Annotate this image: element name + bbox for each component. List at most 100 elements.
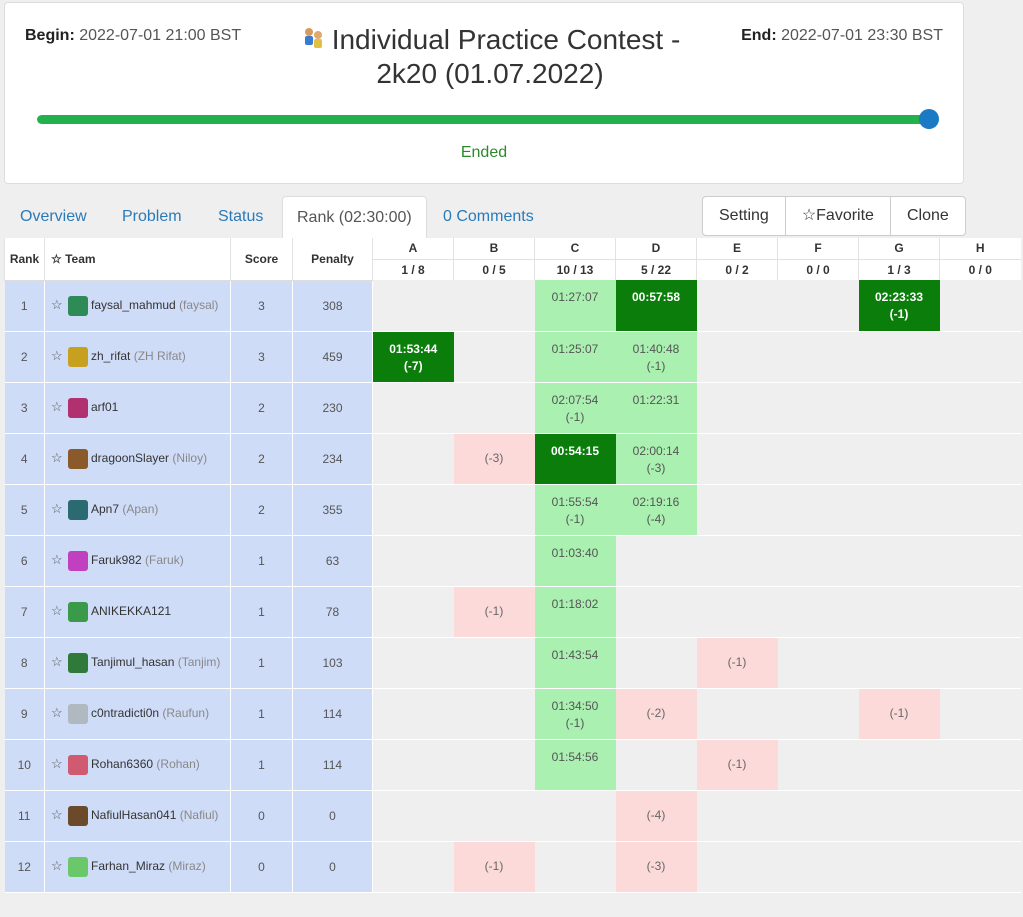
- problem-cell-g: [858, 586, 940, 638]
- penalty-cell: 0: [292, 790, 373, 842]
- problem-cell-c[interactable]: 01:18:02: [534, 586, 616, 638]
- team-name-link[interactable]: zh_rifat: [91, 349, 130, 363]
- team-name-link[interactable]: faysal_mahmud: [91, 298, 176, 312]
- progress-slider-handle[interactable]: [919, 109, 939, 129]
- avatar: [68, 703, 88, 724]
- problem-cell-d[interactable]: (-4): [615, 790, 697, 842]
- team-name-link[interactable]: Rohan6360: [91, 757, 153, 771]
- problem-cell-b: [453, 637, 535, 689]
- problem-cell-g[interactable]: (-1): [858, 688, 940, 740]
- problem-cell-a: [372, 739, 454, 791]
- penalty-column-header[interactable]: Penalty: [292, 238, 373, 281]
- favorite-star-icon[interactable]: ☆: [51, 501, 63, 516]
- problem-cell-c[interactable]: 01:43:54: [534, 637, 616, 689]
- problem-cell-f: [777, 586, 859, 638]
- clone-button[interactable]: Clone: [889, 197, 965, 235]
- team-name-link[interactable]: Farhan_Miraz: [91, 859, 165, 873]
- problem-stat-c: 10 / 13: [534, 258, 616, 280]
- problem-cell-a[interactable]: 01:53:44 (-7): [372, 331, 454, 383]
- table-row: 12 ☆ Farhan_Miraz (Miraz) 0 0 (-1) (-3): [4, 841, 1021, 893]
- problem-cell-c[interactable]: 01:27:07: [534, 280, 616, 332]
- team-name-link[interactable]: NafiulHasan041: [91, 808, 176, 822]
- favorite-star-icon[interactable]: ☆: [51, 858, 63, 873]
- team-name-link[interactable]: c0ntradicti0n: [91, 706, 159, 720]
- team-name-link[interactable]: ANIKEKKA121: [91, 604, 171, 618]
- team-column-header[interactable]: ☆ Team: [44, 238, 231, 281]
- team-cell: ☆ arf01: [44, 382, 231, 434]
- favorite-star-icon[interactable]: ☆: [51, 807, 63, 822]
- favorite-button[interactable]: ☆Favorite: [784, 197, 890, 235]
- avatar: [68, 601, 88, 622]
- tab-problem[interactable]: Problem: [108, 196, 196, 238]
- problem-cell-b[interactable]: (-1): [453, 841, 535, 893]
- problem-header-a[interactable]: A: [372, 238, 454, 259]
- rank-cell: 12: [4, 841, 45, 893]
- problem-cell-g: [858, 433, 940, 485]
- favorite-star-icon[interactable]: ☆: [51, 297, 63, 312]
- problem-header-b[interactable]: B: [453, 238, 535, 259]
- team-name-link[interactable]: Faruk982: [91, 553, 142, 567]
- problem-cell-g[interactable]: 02:23:33 (-1): [858, 280, 940, 332]
- problem-cell-e[interactable]: (-1): [696, 739, 778, 791]
- solve-time: 01:55:54: [551, 494, 599, 509]
- team-name-link[interactable]: Tanjimul_hasan: [91, 655, 174, 669]
- team-cell: ☆ faysal_mahmud (faysal): [44, 280, 231, 332]
- tab-rank[interactable]: Rank (02:30:00): [282, 196, 427, 239]
- problem-cell-b: [453, 688, 535, 740]
- favorite-star-icon[interactable]: ☆: [51, 450, 63, 465]
- problem-cell-b: [453, 331, 535, 383]
- favorite-star-icon[interactable]: ☆: [51, 348, 63, 363]
- problem-header-g[interactable]: G: [858, 238, 940, 259]
- problem-cell-c[interactable]: 01:03:40: [534, 535, 616, 587]
- favorite-star-icon[interactable]: ☆: [51, 654, 63, 669]
- penalty-cell: 355: [292, 484, 373, 536]
- problem-cell-d[interactable]: (-2): [615, 688, 697, 740]
- wrong-attempts: (-1): [727, 655, 747, 669]
- problem-cell-c[interactable]: 00:54:15: [534, 433, 616, 485]
- rank-column-header[interactable]: Rank: [4, 238, 45, 281]
- favorite-star-icon[interactable]: ☆: [51, 756, 63, 771]
- wrong-attempts: (-1): [484, 604, 504, 618]
- problem-cell-e[interactable]: (-1): [696, 637, 778, 689]
- problem-cell-b: [453, 484, 535, 536]
- problem-header-h[interactable]: H: [939, 238, 1021, 259]
- solve-time: 02:07:54: [551, 392, 599, 407]
- problem-header-d[interactable]: D: [615, 238, 697, 259]
- problem-header-e[interactable]: E: [696, 238, 778, 259]
- problem-header-c[interactable]: C: [534, 238, 616, 259]
- favorite-star-icon[interactable]: ☆: [51, 552, 63, 567]
- solve-time: 01:40:48: [632, 341, 680, 356]
- team-name-link[interactable]: Apn7: [91, 502, 119, 516]
- score-cell: 0: [230, 841, 293, 893]
- problem-cell-b[interactable]: (-1): [453, 586, 535, 638]
- team-name-link[interactable]: dragoonSlayer: [91, 451, 169, 465]
- problem-cell-c[interactable]: 01:55:54 (-1): [534, 484, 616, 536]
- favorite-star-icon[interactable]: ☆: [51, 705, 63, 720]
- problem-cell-d[interactable]: 01:40:48 (-1): [615, 331, 697, 383]
- problem-cell-c[interactable]: 01:25:07: [534, 331, 616, 383]
- tab-comments[interactable]: 0 Comments: [429, 196, 548, 238]
- problem-cell-d[interactable]: 00:57:58: [615, 280, 697, 332]
- problem-cell-d[interactable]: 01:22:31: [615, 382, 697, 434]
- favorite-star-icon[interactable]: ☆: [51, 399, 63, 414]
- problem-cell-f: [777, 790, 859, 842]
- problem-cell-d[interactable]: 02:19:16 (-4): [615, 484, 697, 536]
- score-cell: 1: [230, 637, 293, 689]
- tab-status[interactable]: Status: [204, 196, 277, 238]
- tab-overview[interactable]: Overview: [6, 196, 101, 238]
- score-column-header[interactable]: Score: [230, 238, 293, 281]
- problem-cell-c[interactable]: 01:34:50 (-1): [534, 688, 616, 740]
- problem-cell-d[interactable]: (-3): [615, 841, 697, 893]
- problem-header-f[interactable]: F: [777, 238, 859, 259]
- table-row: 9 ☆ c0ntradicti0n (Raufun) 1 114 01:34:50 (-1…: [4, 688, 1021, 740]
- contest-title: Individual Practice Contest - 2k20 (01.0…: [285, 23, 695, 91]
- setting-button[interactable]: Setting: [703, 197, 785, 235]
- problem-cell-c[interactable]: 02:07:54 (-1): [534, 382, 616, 434]
- problem-cell-c[interactable]: 01:54:56: [534, 739, 616, 791]
- team-name-link[interactable]: arf01: [91, 400, 118, 414]
- problem-cell-b[interactable]: (-3): [453, 433, 535, 485]
- favorite-star-icon[interactable]: ☆: [51, 603, 63, 618]
- problem-cell-d[interactable]: 02:00:14 (-3): [615, 433, 697, 485]
- solve-time: 02:23:33: [874, 290, 924, 304]
- solve-time: 01:34:50: [551, 698, 599, 713]
